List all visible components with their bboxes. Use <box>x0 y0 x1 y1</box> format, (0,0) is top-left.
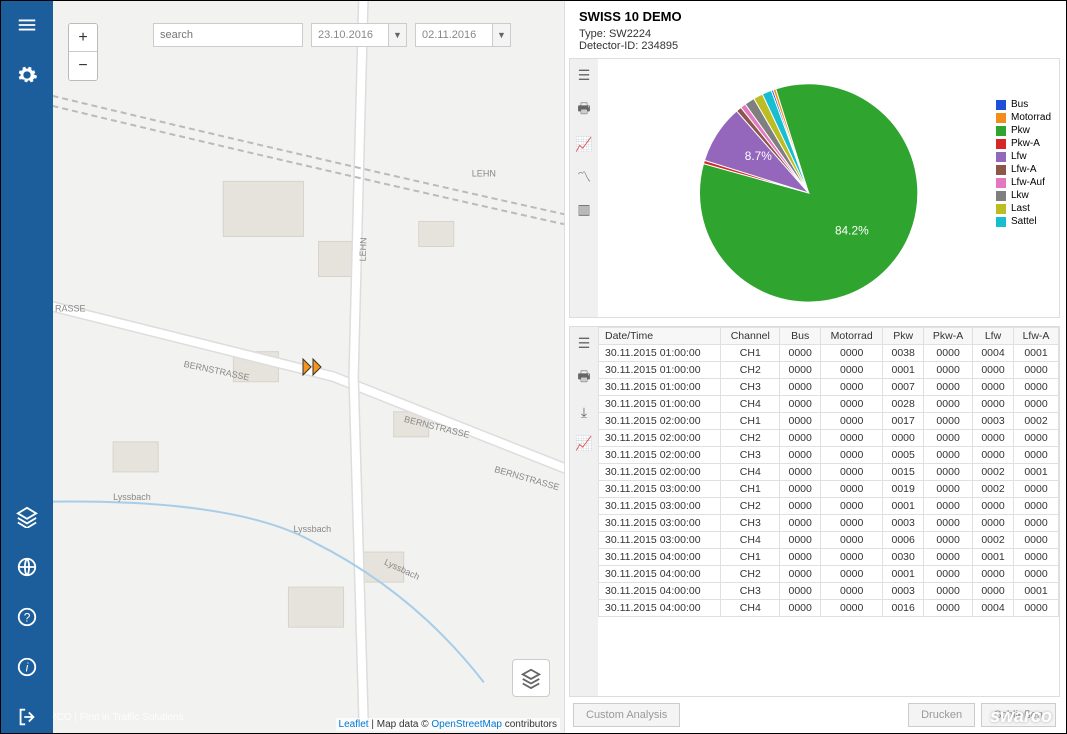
table-row[interactable]: 30.11.2015 01:00:00CH4000000000028000000… <box>599 396 1059 413</box>
leaflet-link[interactable]: Leaflet <box>339 719 369 730</box>
bar-chart-icon[interactable]: ▥ <box>577 201 590 218</box>
detail-panel: SWISS 10 DEMO Type: SW2224 Detector-ID: … <box>564 1 1066 733</box>
table-header[interactable]: Lfw <box>973 328 1014 345</box>
print-button[interactable]: Drucken <box>908 703 975 727</box>
table-header[interactable]: Lfw-A <box>1014 328 1059 345</box>
chart-toolbar: ☰ 🖶 📈 〽 ▥ <box>570 59 598 317</box>
table-menu-icon[interactable]: ☰ <box>578 335 591 352</box>
svg-text:84.2%: 84.2% <box>835 224 869 238</box>
legend-item[interactable]: Pkw <box>996 125 1051 136</box>
detector-type: Type: SW2224 <box>579 28 1060 40</box>
legend-item[interactable]: Lfw <box>996 151 1051 162</box>
date-to-input[interactable] <box>415 23 493 47</box>
table-toolbar: ☰ 🖶 ⤓ 📈 <box>570 327 598 696</box>
table-row[interactable]: 30.11.2015 01:00:00CH2000000000001000000… <box>599 362 1059 379</box>
brand-logo: swarco <box>990 706 1052 727</box>
info-icon[interactable]: i <box>11 651 43 683</box>
pie-chart: 84.2% 8.7% Bus Motorrad Pkw Pkw-A Lfw Lfw-A Lfw… <box>598 59 1059 317</box>
detector-marker-icon[interactable] <box>301 357 325 377</box>
legend-item[interactable]: Lkw <box>996 190 1051 201</box>
chart-menu-icon[interactable]: ☰ <box>578 67 591 84</box>
main-sidebar: ? i <box>1 1 53 733</box>
gear-icon[interactable] <box>11 59 43 91</box>
globe-icon[interactable] <box>11 551 43 583</box>
svg-text:8.7%: 8.7% <box>745 149 773 163</box>
table-header[interactable]: Channel <box>721 328 780 345</box>
data-table[interactable]: Date/TimeChannelBusMotorradPkwPkw-ALfwLf… <box>598 327 1059 696</box>
table-row[interactable]: 30.11.2015 03:00:00CH4000000000006000000… <box>599 532 1059 549</box>
legend-item[interactable]: Last <box>996 203 1051 214</box>
table-row[interactable]: 30.11.2015 01:00:00CH3000000000007000000… <box>599 379 1059 396</box>
export-icon[interactable]: ⤓ <box>581 404 587 421</box>
zoom-in-button[interactable]: + <box>69 24 97 52</box>
legend-item[interactable]: Motorrad <box>996 112 1051 123</box>
custom-analysis-button[interactable]: Custom Analysis <box>573 703 680 727</box>
detector-title: SWISS 10 DEMO <box>579 9 1060 24</box>
osm-link[interactable]: OpenStreetMap <box>431 719 502 730</box>
river-label: Lyssbach <box>293 524 331 534</box>
date-from-input[interactable] <box>311 23 389 47</box>
table-row[interactable]: 30.11.2015 03:00:00CH1000000000019000000… <box>599 481 1059 498</box>
detector-id: Detector-ID: 234895 <box>579 40 1060 52</box>
table-row[interactable]: 30.11.2015 03:00:00CH3000000000003000000… <box>599 515 1059 532</box>
table-row[interactable]: 30.11.2015 02:00:00CH2000000000000000000… <box>599 430 1059 447</box>
footer-brand: SWARCO | First in Traffic Solutions <box>53 712 184 723</box>
map-layers-button[interactable] <box>512 659 550 697</box>
line-chart-icon[interactable]: 📈 <box>575 136 592 153</box>
table-row[interactable]: 30.11.2015 04:00:00CH1000000000030000000… <box>599 549 1059 566</box>
print-icon[interactable]: 🖶 <box>577 98 590 122</box>
table-row[interactable]: 30.11.2015 02:00:00CH1000000000017000000… <box>599 413 1059 430</box>
chevron-down-icon[interactable]: ▼ <box>389 23 407 47</box>
table-row[interactable]: 30.11.2015 04:00:00CH2000000000001000000… <box>599 566 1059 583</box>
chart-legend: Bus Motorrad Pkw Pkw-A Lfw Lfw-A Lfw-Auf Lkw Las… <box>996 99 1051 229</box>
legend-item[interactable]: Pkw-A <box>996 138 1051 149</box>
table-header[interactable]: Pkw-A <box>924 328 973 345</box>
zoom-control: + − <box>68 23 98 81</box>
layers-icon[interactable] <box>11 501 43 533</box>
line-chart-icon[interactable]: 📈 <box>575 435 592 452</box>
svg-text:i: i <box>26 661 29 675</box>
road-label: LEHN <box>472 168 496 178</box>
help-icon[interactable]: ? <box>11 601 43 633</box>
logout-icon[interactable] <box>11 701 43 733</box>
table-header[interactable]: Motorrad <box>821 328 883 345</box>
map-panel[interactable]: BERNSTRASSE BERNSTRASSE BERNSTRASSE LEHN… <box>53 1 564 733</box>
table-header[interactable]: Pkw <box>883 328 924 345</box>
table-row[interactable]: 30.11.2015 01:00:00CH1000000000038000000… <box>599 345 1059 362</box>
table-row[interactable]: 30.11.2015 04:00:00CH3000000000003000000… <box>599 583 1059 600</box>
table-row[interactable]: 30.11.2015 02:00:00CH3000000000005000000… <box>599 447 1059 464</box>
legend-item[interactable]: Lfw-A <box>996 164 1051 175</box>
multi-line-icon[interactable]: 〽 <box>577 167 591 187</box>
table-row[interactable]: 30.11.2015 03:00:00CH2000000000001000000… <box>599 498 1059 515</box>
zoom-out-button[interactable]: − <box>69 52 97 80</box>
table-row[interactable]: 30.11.2015 02:00:00CH4000000000015000000… <box>599 464 1059 481</box>
table-header[interactable]: Date/Time <box>599 328 721 345</box>
svg-text:?: ? <box>24 611 31 625</box>
legend-item[interactable]: Bus <box>996 99 1051 110</box>
legend-item[interactable]: Sattel <box>996 216 1051 227</box>
search-input[interactable] <box>153 23 303 47</box>
road-label: RASSE <box>55 304 86 314</box>
table-row[interactable]: 30.11.2015 04:00:00CH4000000000016000000… <box>599 600 1059 617</box>
legend-item[interactable]: Lfw-Auf <box>996 177 1051 188</box>
map-attribution: Leaflet | Map data © OpenStreetMap contr… <box>336 718 560 731</box>
chevron-down-icon[interactable]: ▼ <box>493 23 511 47</box>
table-header[interactable]: Bus <box>780 328 821 345</box>
print-icon[interactable]: 🖶 <box>577 366 590 390</box>
river-label: Lyssbach <box>113 492 151 502</box>
menu-icon[interactable] <box>11 9 43 41</box>
road-label: LEHN <box>358 237 369 261</box>
